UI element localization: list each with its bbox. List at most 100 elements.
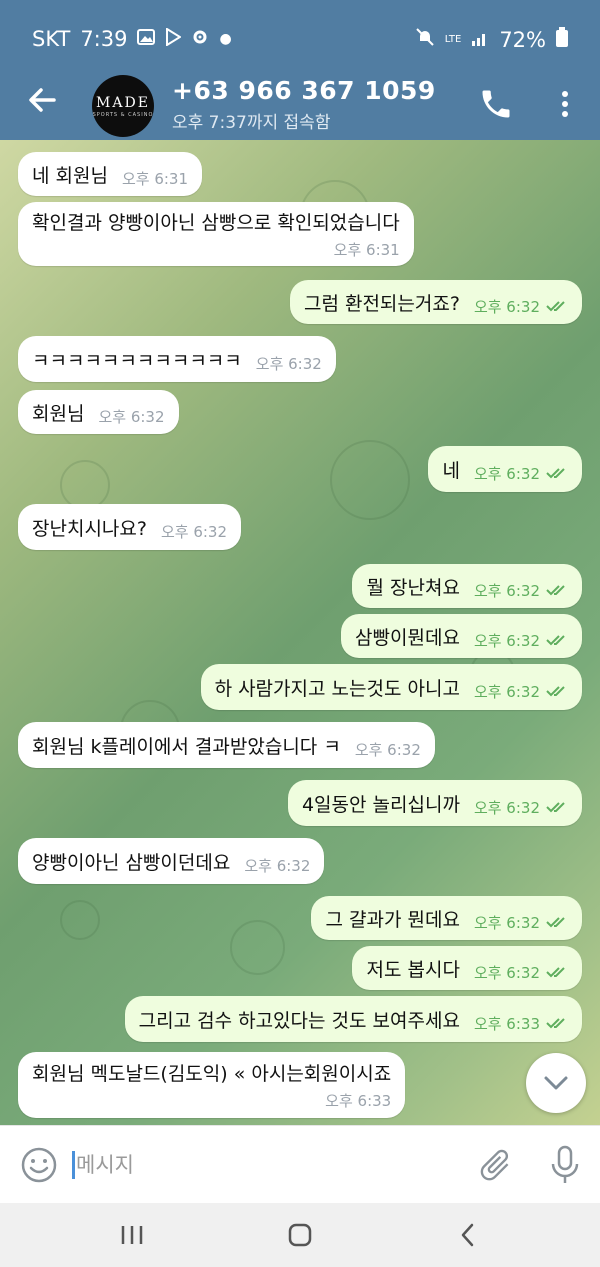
- double-check-icon: [546, 468, 565, 479]
- message-outgoing[interactable]: 하 사람가지고 노는것도 아니고 오후 6:32: [200, 664, 582, 710]
- message-time: 오후 6:32: [474, 455, 568, 484]
- message-text: 네 회원님: [32, 164, 108, 187]
- message-text: 그 걀과가 뭔데요: [325, 908, 460, 931]
- avatar-logo: MADE: [96, 94, 150, 111]
- message-text: 회원님 멕도날드(김도익) « 아시는회원이시죠: [32, 1063, 392, 1085]
- more-options-button[interactable]: [550, 86, 580, 122]
- mute-icon: [415, 27, 435, 52]
- more-vertical-icon: [562, 91, 568, 117]
- message-time: 오후 6:32: [474, 622, 568, 651]
- message-time: 오후 6:32: [474, 904, 568, 933]
- message-incoming[interactable]: 회원님 멕도날드(김도익) « 아시는회원이시죠 오후 6:33: [18, 1052, 406, 1118]
- message-outgoing[interactable]: 네 오후 6:32: [428, 446, 582, 492]
- battery-icon: [556, 27, 568, 52]
- message-time: 오후 6:32: [256, 345, 322, 374]
- message-outgoing[interactable]: 그 걀과가 뭔데요 오후 6:32: [311, 896, 582, 940]
- settings-icon: [191, 28, 209, 51]
- arrow-left-icon: [29, 88, 56, 112]
- message-time: 오후 6:32: [474, 288, 568, 317]
- signal-icon: [471, 28, 489, 52]
- message-time: 오후 6:32: [161, 513, 227, 542]
- chat-title[interactable]: +63 966 367 1059: [172, 76, 436, 105]
- message-text: 장난치시나요?: [32, 517, 147, 540]
- message-incoming[interactable]: 확인결과 양빵이아닌 삼빵으로 확인되었습니다 오후 6:31: [18, 202, 414, 266]
- message-timestamp: 오후 6:32: [354, 740, 421, 759]
- message-timestamp: 오후 6:33: [473, 1014, 540, 1033]
- message-outgoing[interactable]: 그럼 환전되는거죠? 오후 6:32: [289, 280, 582, 324]
- message-timestamp: 오후 6:32: [473, 913, 540, 932]
- home-button[interactable]: [280, 1217, 320, 1253]
- message-timestamp: 오후 6:32: [160, 522, 228, 541]
- double-check-icon: [546, 686, 565, 697]
- status-time: 7:39: [80, 27, 128, 51]
- recent-apps-button[interactable]: [112, 1217, 152, 1253]
- message-text: 삼빵이뭔데요: [355, 626, 460, 649]
- message-timestamp: 오후 6:32: [473, 798, 540, 817]
- message-input[interactable]: [76, 1146, 456, 1184]
- message-text: ㅋㅋㅋㅋㅋㅋㅋㅋㅋㅋㅋㅋ: [32, 349, 242, 372]
- double-check-icon: [546, 585, 565, 596]
- message-text: 네: [442, 459, 460, 482]
- avatar[interactable]: MADE SPORTS & CASINO: [92, 75, 154, 137]
- message-time: 오후 6:33: [325, 1086, 391, 1111]
- back-nav-button[interactable]: [448, 1217, 488, 1253]
- gallery-icon: [137, 28, 156, 50]
- message-timestamp: 오후 6:32: [244, 856, 311, 875]
- voice-message-button[interactable]: [548, 1144, 582, 1186]
- call-button[interactable]: [478, 86, 514, 122]
- message-timestamp: 오후 6:31: [121, 169, 189, 188]
- phone-icon: [482, 90, 510, 118]
- message-text: 그럼 환전되는거죠?: [303, 292, 460, 315]
- message-text: 뭘 장난쳐요: [366, 576, 460, 599]
- back-chevron-icon: [461, 1223, 474, 1247]
- message-outgoing[interactable]: 그리고 검수 하고있다는 것도 보여주세요 오후 6:33: [124, 996, 582, 1042]
- double-check-icon: [546, 1018, 565, 1029]
- double-check-icon: [546, 917, 565, 928]
- message-timestamp: 오후 6:32: [473, 464, 540, 483]
- message-timestamp: 오후 6:32: [255, 354, 322, 373]
- double-check-icon: [546, 967, 565, 978]
- attach-button[interactable]: [476, 1146, 514, 1184]
- message-text: 회원님: [32, 402, 85, 425]
- chat-area[interactable]: 네 회원님 오후 6:31 확인결과 양빵이아닌 삼빵으로 확인되었습니다 오후…: [0, 140, 600, 1125]
- message-outgoing[interactable]: 삼빵이뭔데요 오후 6:32: [341, 614, 582, 658]
- message-text: 그리고 검수 하고있다는 것도 보여주세요: [138, 1009, 460, 1032]
- message-composer: [0, 1125, 600, 1203]
- message-time: 오후 6:32: [474, 954, 568, 983]
- message-outgoing[interactable]: 4일동안 놀리십니까 오후 6:32: [287, 780, 582, 826]
- text-caret: [72, 1151, 75, 1179]
- wallpaper-doodle: [230, 920, 285, 975]
- message-incoming[interactable]: 네 회원님 오후 6:31: [18, 152, 203, 196]
- back-button[interactable]: [22, 84, 62, 124]
- message-text: 하 사람가지고 노는것도 아니고: [214, 677, 460, 700]
- play-store-icon: [165, 26, 183, 51]
- message-incoming[interactable]: 회원님 k플레이에서 결과받았습니다 ㅋ 오후 6:32: [18, 722, 435, 768]
- message-time: 오후 6:33: [474, 1005, 568, 1034]
- emoji-button[interactable]: [20, 1146, 58, 1184]
- system-navigation-bar: [0, 1203, 600, 1267]
- message-outgoing[interactable]: 뭘 장난쳐요 오후 6:32: [352, 564, 582, 608]
- message-timestamp: 오후 6:33: [325, 1092, 392, 1110]
- message-incoming[interactable]: 장난치시나요? 오후 6:32: [18, 504, 242, 550]
- scroll-to-bottom-button[interactable]: [526, 1053, 586, 1113]
- status-bar: SKT 7:39 ● LTE 72%: [0, 0, 600, 70]
- double-check-icon: [546, 802, 565, 813]
- message-timestamp: 오후 6:31: [333, 241, 400, 259]
- message-timestamp: 오후 6:32: [473, 631, 540, 650]
- message-incoming[interactable]: ㅋㅋㅋㅋㅋㅋㅋㅋㅋㅋㅋㅋ 오후 6:32: [18, 336, 336, 382]
- message-time: 오후 6:31: [122, 160, 188, 189]
- wallpaper-doodle: [60, 460, 110, 510]
- double-check-icon: [546, 301, 565, 312]
- chat-header: MADE SPORTS & CASINO +63 966 367 1059 오후…: [0, 70, 600, 140]
- message-time: 오후 6:32: [244, 847, 310, 876]
- status-right: LTE 72%: [415, 27, 568, 52]
- message-timestamp: 오후 6:32: [473, 963, 540, 982]
- wallpaper-doodle: [60, 900, 100, 940]
- message-outgoing[interactable]: 저도 봅시다 오후 6:32: [352, 946, 582, 990]
- message-incoming[interactable]: 양빵이아닌 삼빵이던데요 오후 6:32: [18, 838, 325, 884]
- message-time: 오후 6:32: [474, 572, 568, 601]
- carrier-label: SKT: [32, 27, 71, 51]
- message-incoming[interactable]: 회원님 오후 6:32: [18, 390, 179, 434]
- message-timestamp: 오후 6:32: [473, 297, 540, 316]
- message-text: 4일동안 놀리십니까: [301, 793, 460, 816]
